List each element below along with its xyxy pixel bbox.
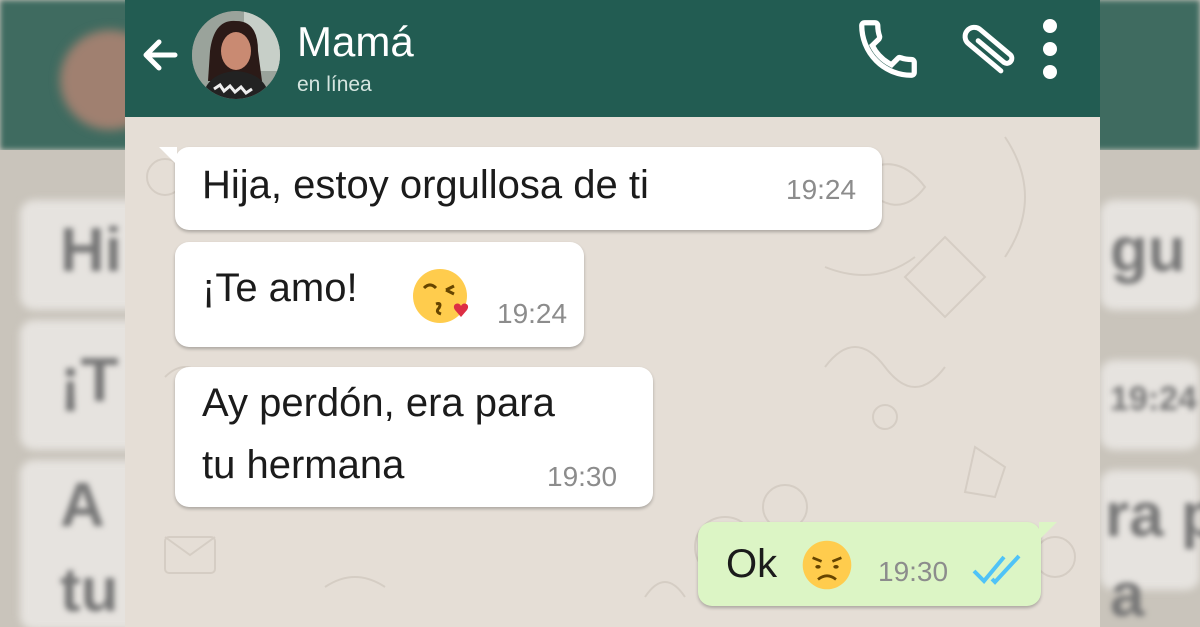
chat-window: Mamá en línea Hija, estoy orgullosa de t… (125, 0, 1100, 627)
incoming-message-bubble[interactable]: ¡Te amo! 19:24 (175, 242, 584, 347)
blurred-text: ra p (1105, 481, 1200, 550)
message-text: Hija, estoy orgullosa de ti (202, 163, 649, 207)
contact-status: en línea (297, 73, 372, 96)
message-time: 19:24 (497, 298, 568, 329)
kissing-heart-emoji (413, 269, 469, 323)
bubble-tail (159, 147, 177, 165)
blurred-text: a (1110, 561, 1145, 627)
more-vert-icon[interactable] (1040, 16, 1060, 82)
blurred-text: Hi (60, 216, 122, 285)
paperclip-icon[interactable] (947, 10, 1027, 90)
phone-icon[interactable] (853, 14, 923, 84)
disappointed-face-emoji (802, 540, 852, 590)
blurred-text: 19:24 (1110, 380, 1197, 418)
double-check-read-icon (972, 554, 1021, 585)
message-time: 19:30 (878, 556, 949, 587)
blurred-text: ¡T (60, 346, 119, 415)
avatar[interactable] (192, 11, 280, 99)
blurred-text: tu (60, 556, 119, 625)
incoming-message-bubble[interactable]: Hija, estoy orgullosa de ti 19:24 (159, 147, 882, 230)
message-text-line: tu hermana (202, 443, 405, 487)
outgoing-message-bubble[interactable]: Ok 19:30 (698, 522, 1057, 606)
blurred-text: gu (1110, 216, 1186, 285)
contact-name[interactable]: Mamá (297, 18, 414, 66)
message-text: ¡Te amo! (202, 266, 358, 310)
bubble-tail (1039, 522, 1057, 540)
message-text-line: Ay perdón, era para (202, 381, 555, 425)
message-text: Ok (726, 542, 778, 586)
chat-area: Hija, estoy orgullosa de ti 19:24 ¡Te am… (125, 117, 1100, 627)
message-time: 19:30 (547, 461, 618, 492)
back-arrow-icon[interactable] (135, 30, 185, 80)
incoming-message-bubble[interactable]: Ay perdón, era para tu hermana 19:30 (175, 367, 653, 507)
chat-header: Mamá en línea (125, 0, 1100, 117)
blurred-text: A (60, 471, 105, 540)
message-time: 19:24 (786, 174, 857, 205)
